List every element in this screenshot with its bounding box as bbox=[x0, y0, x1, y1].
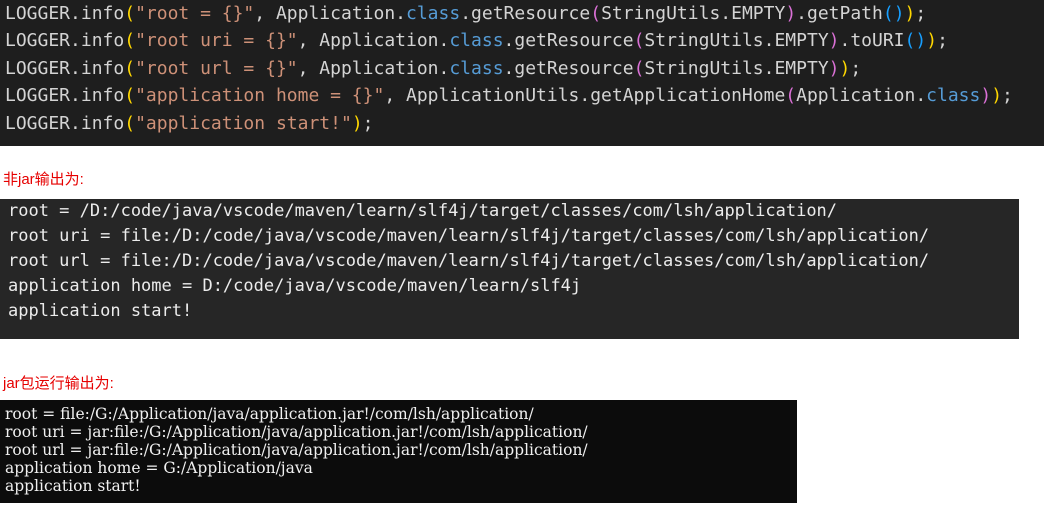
console-line: root uri = file:/D:/code/java/vscode/mav… bbox=[8, 226, 930, 246]
code-token-plain: Application. bbox=[796, 85, 927, 107]
code-token-bracket-1: ( bbox=[124, 57, 136, 79]
code-token-plain: ; bbox=[937, 30, 948, 52]
console-line: root url = file:/D:/code/java/vscode/mav… bbox=[8, 251, 930, 271]
code-token-plain: LOGGER.info bbox=[5, 112, 125, 134]
console-line: application start! bbox=[5, 477, 141, 495]
code-token-plain: ; bbox=[1002, 85, 1013, 107]
code-token-bracket-1: ) bbox=[991, 85, 1003, 107]
code-line: LOGGER.info("root = {}", Application.cla… bbox=[5, 0, 1044, 27]
console-line: application start! bbox=[8, 301, 193, 321]
console-line: application home = G:/Application/java bbox=[5, 459, 313, 477]
code-token-bracket-1: ( bbox=[124, 85, 136, 107]
code-token-bracket-2: ( bbox=[590, 3, 602, 24]
code-line: LOGGER.info("root uri = {}", Application… bbox=[5, 27, 1044, 54]
code-token-plain: ; bbox=[362, 112, 374, 134]
console-line: root uri = jar:file:/G:/Application/java… bbox=[5, 423, 588, 441]
code-token-bracket-2: ) bbox=[785, 3, 797, 24]
code-token-bracket-2: ) bbox=[828, 57, 840, 79]
code-token-bracket-1: ) bbox=[839, 57, 851, 79]
code-token-string: "root url = {}" bbox=[135, 57, 298, 79]
code-token-string: "root uri = {}" bbox=[135, 30, 298, 52]
code-token-bracket-1: ) bbox=[904, 3, 916, 24]
code-token-keyword: class bbox=[406, 3, 461, 24]
code-token-plain: LOGGER.info bbox=[5, 30, 125, 52]
code-token-plain: StringUtils.EMPTY bbox=[644, 30, 829, 52]
code-token-bracket-1: ) bbox=[926, 30, 938, 52]
code-token-bracket-1: ( bbox=[124, 3, 136, 24]
non-jar-output-caption: 非jar输出为: bbox=[3, 171, 84, 188]
code-editor-snippet: LOGGER.info("root = {}", Application.cla… bbox=[0, 0, 1044, 146]
non-jar-console-output: root = /D:/code/java/vscode/maven/learn/… bbox=[0, 199, 1019, 339]
code-token-bracket-2: ( bbox=[785, 85, 797, 107]
jar-output-caption: jar包运行输出为: bbox=[3, 375, 114, 392]
code-token-bracket-1: ( bbox=[124, 112, 136, 134]
code-token-plain: .getPath bbox=[796, 3, 883, 24]
code-line: LOGGER.info("root url = {}", Application… bbox=[5, 55, 1044, 82]
code-token-bracket-3: () bbox=[882, 3, 905, 24]
console-line: root = /D:/code/java/vscode/maven/learn/… bbox=[8, 201, 838, 221]
code-token-keyword: class bbox=[449, 30, 504, 52]
code-token-plain: LOGGER.info bbox=[5, 85, 125, 107]
console-line: root url = jar:file:/G:/Application/java… bbox=[5, 441, 588, 459]
code-token-plain: , Application. bbox=[254, 3, 406, 24]
console-line: application home = D:/code/java/vscode/m… bbox=[8, 276, 582, 296]
code-token-plain: .getResource bbox=[460, 3, 591, 24]
code-token-bracket-3: () bbox=[904, 30, 927, 52]
code-token-bracket-2: ) bbox=[828, 30, 840, 52]
code-token-bracket-1: ( bbox=[124, 30, 136, 52]
code-token-string: "application home = {}" bbox=[135, 85, 385, 107]
code-token-plain: ; bbox=[915, 3, 927, 24]
jar-console-output: root = file:/G:/Application/java/applica… bbox=[0, 400, 797, 503]
code-token-plain: , Application. bbox=[297, 30, 450, 52]
code-token-string: "application start!" bbox=[135, 112, 352, 134]
page: LOGGER.info("root = {}", Application.cla… bbox=[0, 0, 1044, 509]
code-line: LOGGER.info("application start!"); bbox=[5, 110, 1044, 137]
code-token-plain: LOGGER.info bbox=[5, 3, 125, 24]
code-token-string: "root = {}" bbox=[135, 3, 255, 24]
code-token-bracket-2: ) bbox=[980, 85, 992, 107]
code-token-plain: .getResource bbox=[503, 30, 634, 52]
code-token-plain: StringUtils.EMPTY bbox=[644, 57, 829, 79]
code-token-plain: .toURI bbox=[839, 30, 905, 52]
console-line: root = file:/G:/Application/java/applica… bbox=[5, 405, 534, 423]
code-line: LOGGER.info("application home = {}", App… bbox=[5, 82, 1044, 109]
code-token-bracket-1: ) bbox=[351, 112, 363, 134]
code-token-plain: , ApplicationUtils.getApplicationHome bbox=[384, 85, 786, 107]
code-token-keyword: class bbox=[926, 85, 981, 107]
code-token-plain: ; bbox=[850, 57, 862, 79]
code-token-keyword: class bbox=[449, 57, 504, 79]
code-token-plain: .getResource bbox=[503, 57, 634, 79]
code-token-plain: StringUtils.EMPTY bbox=[601, 3, 786, 24]
code-token-bracket-2: ( bbox=[633, 57, 645, 79]
code-token-plain: LOGGER.info bbox=[5, 57, 125, 79]
code-token-bracket-2: ( bbox=[633, 30, 645, 52]
code-token-plain: , Application. bbox=[297, 57, 450, 79]
